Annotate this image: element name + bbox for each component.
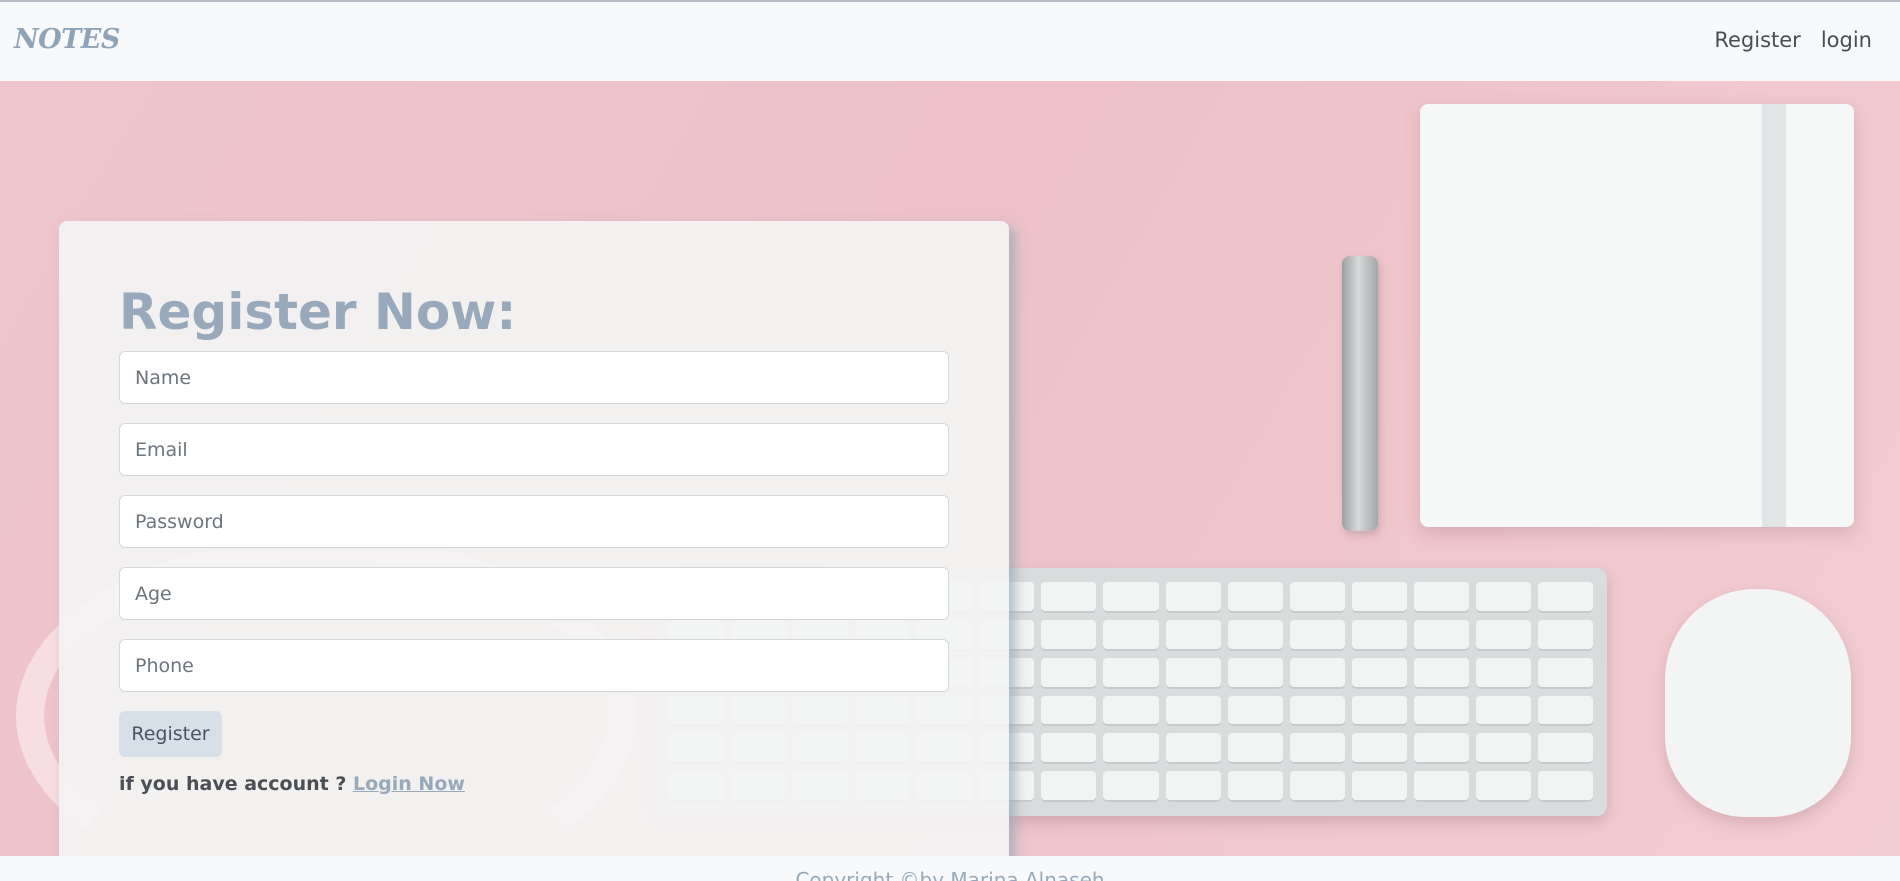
phone-input[interactable]: [119, 639, 949, 692]
mouse-image: [1665, 589, 1851, 817]
notebook-image: [1420, 104, 1854, 527]
register-title: Register Now:: [119, 283, 517, 341]
nav-login-link[interactable]: login: [1821, 28, 1872, 52]
name-input[interactable]: [119, 351, 949, 404]
register-button[interactable]: Register: [119, 711, 222, 757]
notebook-band-image: [1762, 104, 1786, 527]
hero-background: Register Now: Register if you have accou…: [0, 81, 1900, 856]
nav-register-link[interactable]: Register: [1714, 28, 1800, 52]
password-input[interactable]: [119, 495, 949, 548]
age-input[interactable]: [119, 567, 949, 620]
account-prompt: if you have account ? Login Now: [119, 773, 465, 795]
nav-links: Register login: [1714, 28, 1872, 52]
navbar: NOTES Register login: [0, 0, 1900, 81]
login-now-link[interactable]: Login Now: [353, 773, 465, 795]
pen-image: [1342, 256, 1378, 531]
register-card: Register Now: Register if you have accou…: [59, 221, 1009, 856]
account-prompt-text: if you have account ?: [119, 773, 347, 795]
footer: Copyright ©by Marina Alnaseh: [0, 856, 1900, 881]
copyright-text: Copyright ©by Marina Alnaseh: [795, 868, 1105, 881]
brand-logo[interactable]: NOTES: [14, 24, 120, 55]
email-input[interactable]: [119, 423, 949, 476]
